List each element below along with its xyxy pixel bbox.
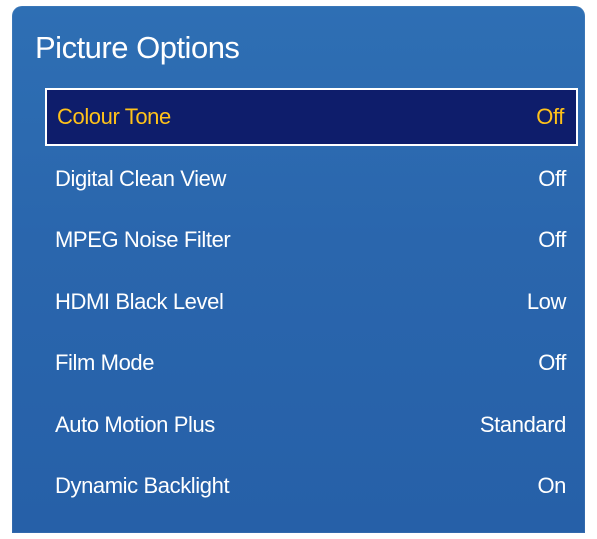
menu-item-label: MPEG Noise Filter [55,227,231,252]
menu-item-label: HDMI Black Level [55,288,224,314]
menu-item-digital-clean-view[interactable]: Digital Clean View Off [45,150,578,208]
menu-item-dynamic-backlight[interactable]: Dynamic Backlight On [45,457,578,515]
menu-item-value: On [537,473,566,498]
menu-item-label: Digital Clean View [55,165,226,191]
menu-item-label: Dynamic Backlight [55,473,230,498]
menu-item-label: Auto Motion Plus [55,411,215,437]
menu-item-value: Off [538,165,566,191]
picture-options-menu: Picture Options Colour Tone Off Digital … [12,6,585,533]
menu-item-value: Off [538,350,566,375]
menu-item-label: Colour Tone [57,104,171,129]
menu-title: Picture Options [35,30,240,65]
menu-item-value: Low [526,288,567,314]
menu-item-auto-motion-plus[interactable]: Auto Motion Plus Standard [45,396,578,454]
menu-item-value: Off [536,104,564,129]
menu-item-value: Standard [479,411,566,437]
menu-item-value: Off [538,227,566,252]
menu-item-label: Film Mode [55,350,155,375]
menu-item-hdmi-black-level[interactable]: HDMI Black Level Low [45,273,578,331]
menu-item-mpeg-noise-filter[interactable]: MPEG Noise Filter Off [45,211,578,269]
menu-list: Colour Tone Off Digital Clean View Off M… [45,88,578,519]
menu-item-colour-tone[interactable]: Colour Tone Off [45,88,578,146]
menu-item-film-mode[interactable]: Film Mode Off [45,334,578,392]
